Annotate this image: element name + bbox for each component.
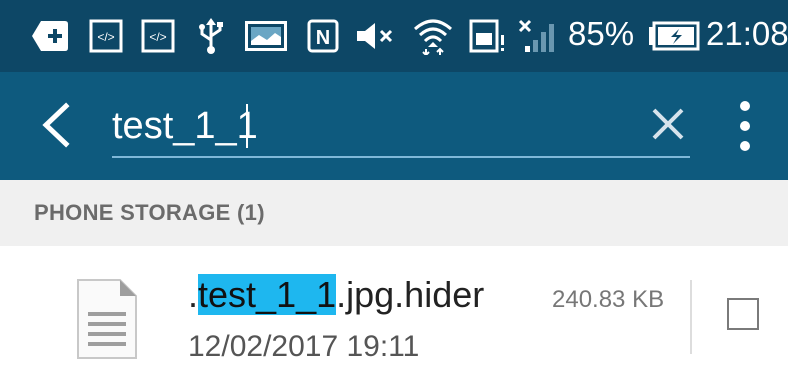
back-button[interactable] xyxy=(36,102,80,148)
section-title: PHONE STORAGE (1) xyxy=(34,200,265,225)
file-name: .test_1_1.jpg.hider xyxy=(188,274,484,316)
file-name-prefix: . xyxy=(188,274,199,315)
more-vert-icon xyxy=(740,101,750,151)
signal-icon xyxy=(516,18,560,54)
search-input[interactable] xyxy=(112,98,632,154)
nfc-icon: N xyxy=(306,18,340,54)
status-bar: </> </> N 85% 21:08 xyxy=(0,0,788,72)
app-bar xyxy=(0,72,788,180)
image-icon xyxy=(244,18,288,54)
more-options-button[interactable] xyxy=(730,98,760,154)
back-arrow-icon xyxy=(42,102,70,148)
close-icon xyxy=(652,108,684,140)
usb-icon xyxy=(196,18,226,54)
battery-charging-icon xyxy=(646,18,702,54)
sim-alert-icon xyxy=(468,18,508,54)
file-date: 12/02/2017 19:11 xyxy=(188,330,420,363)
clear-search-button[interactable] xyxy=(648,104,688,144)
battery-percent: 85% xyxy=(568,15,635,52)
code-icon: </> xyxy=(88,18,124,54)
plus-box-icon xyxy=(30,18,70,54)
search-field[interactable] xyxy=(112,98,692,160)
svg-text:N: N xyxy=(316,27,330,49)
search-match-highlight: test_1_1 xyxy=(198,274,337,315)
file-name-suffix: .jpg.hider xyxy=(336,274,485,315)
file-size: 240.83 KB xyxy=(552,286,665,313)
svg-text:</>: </> xyxy=(97,30,114,44)
select-checkbox[interactable] xyxy=(727,298,759,330)
file-list-item[interactable]: .test_1_1.jpg.hider 12/02/2017 19:11 240… xyxy=(0,246,788,387)
mute-icon xyxy=(354,18,398,54)
section-header: PHONE STORAGE (1) xyxy=(0,180,788,246)
divider xyxy=(690,280,692,354)
clock: 21:08 xyxy=(706,15,788,52)
wifi-icon xyxy=(412,18,454,55)
document-icon xyxy=(76,278,138,360)
search-underline xyxy=(112,156,690,158)
code-icon: </> xyxy=(140,18,176,54)
text-caret xyxy=(246,104,248,148)
svg-text:</>: </> xyxy=(149,30,166,44)
